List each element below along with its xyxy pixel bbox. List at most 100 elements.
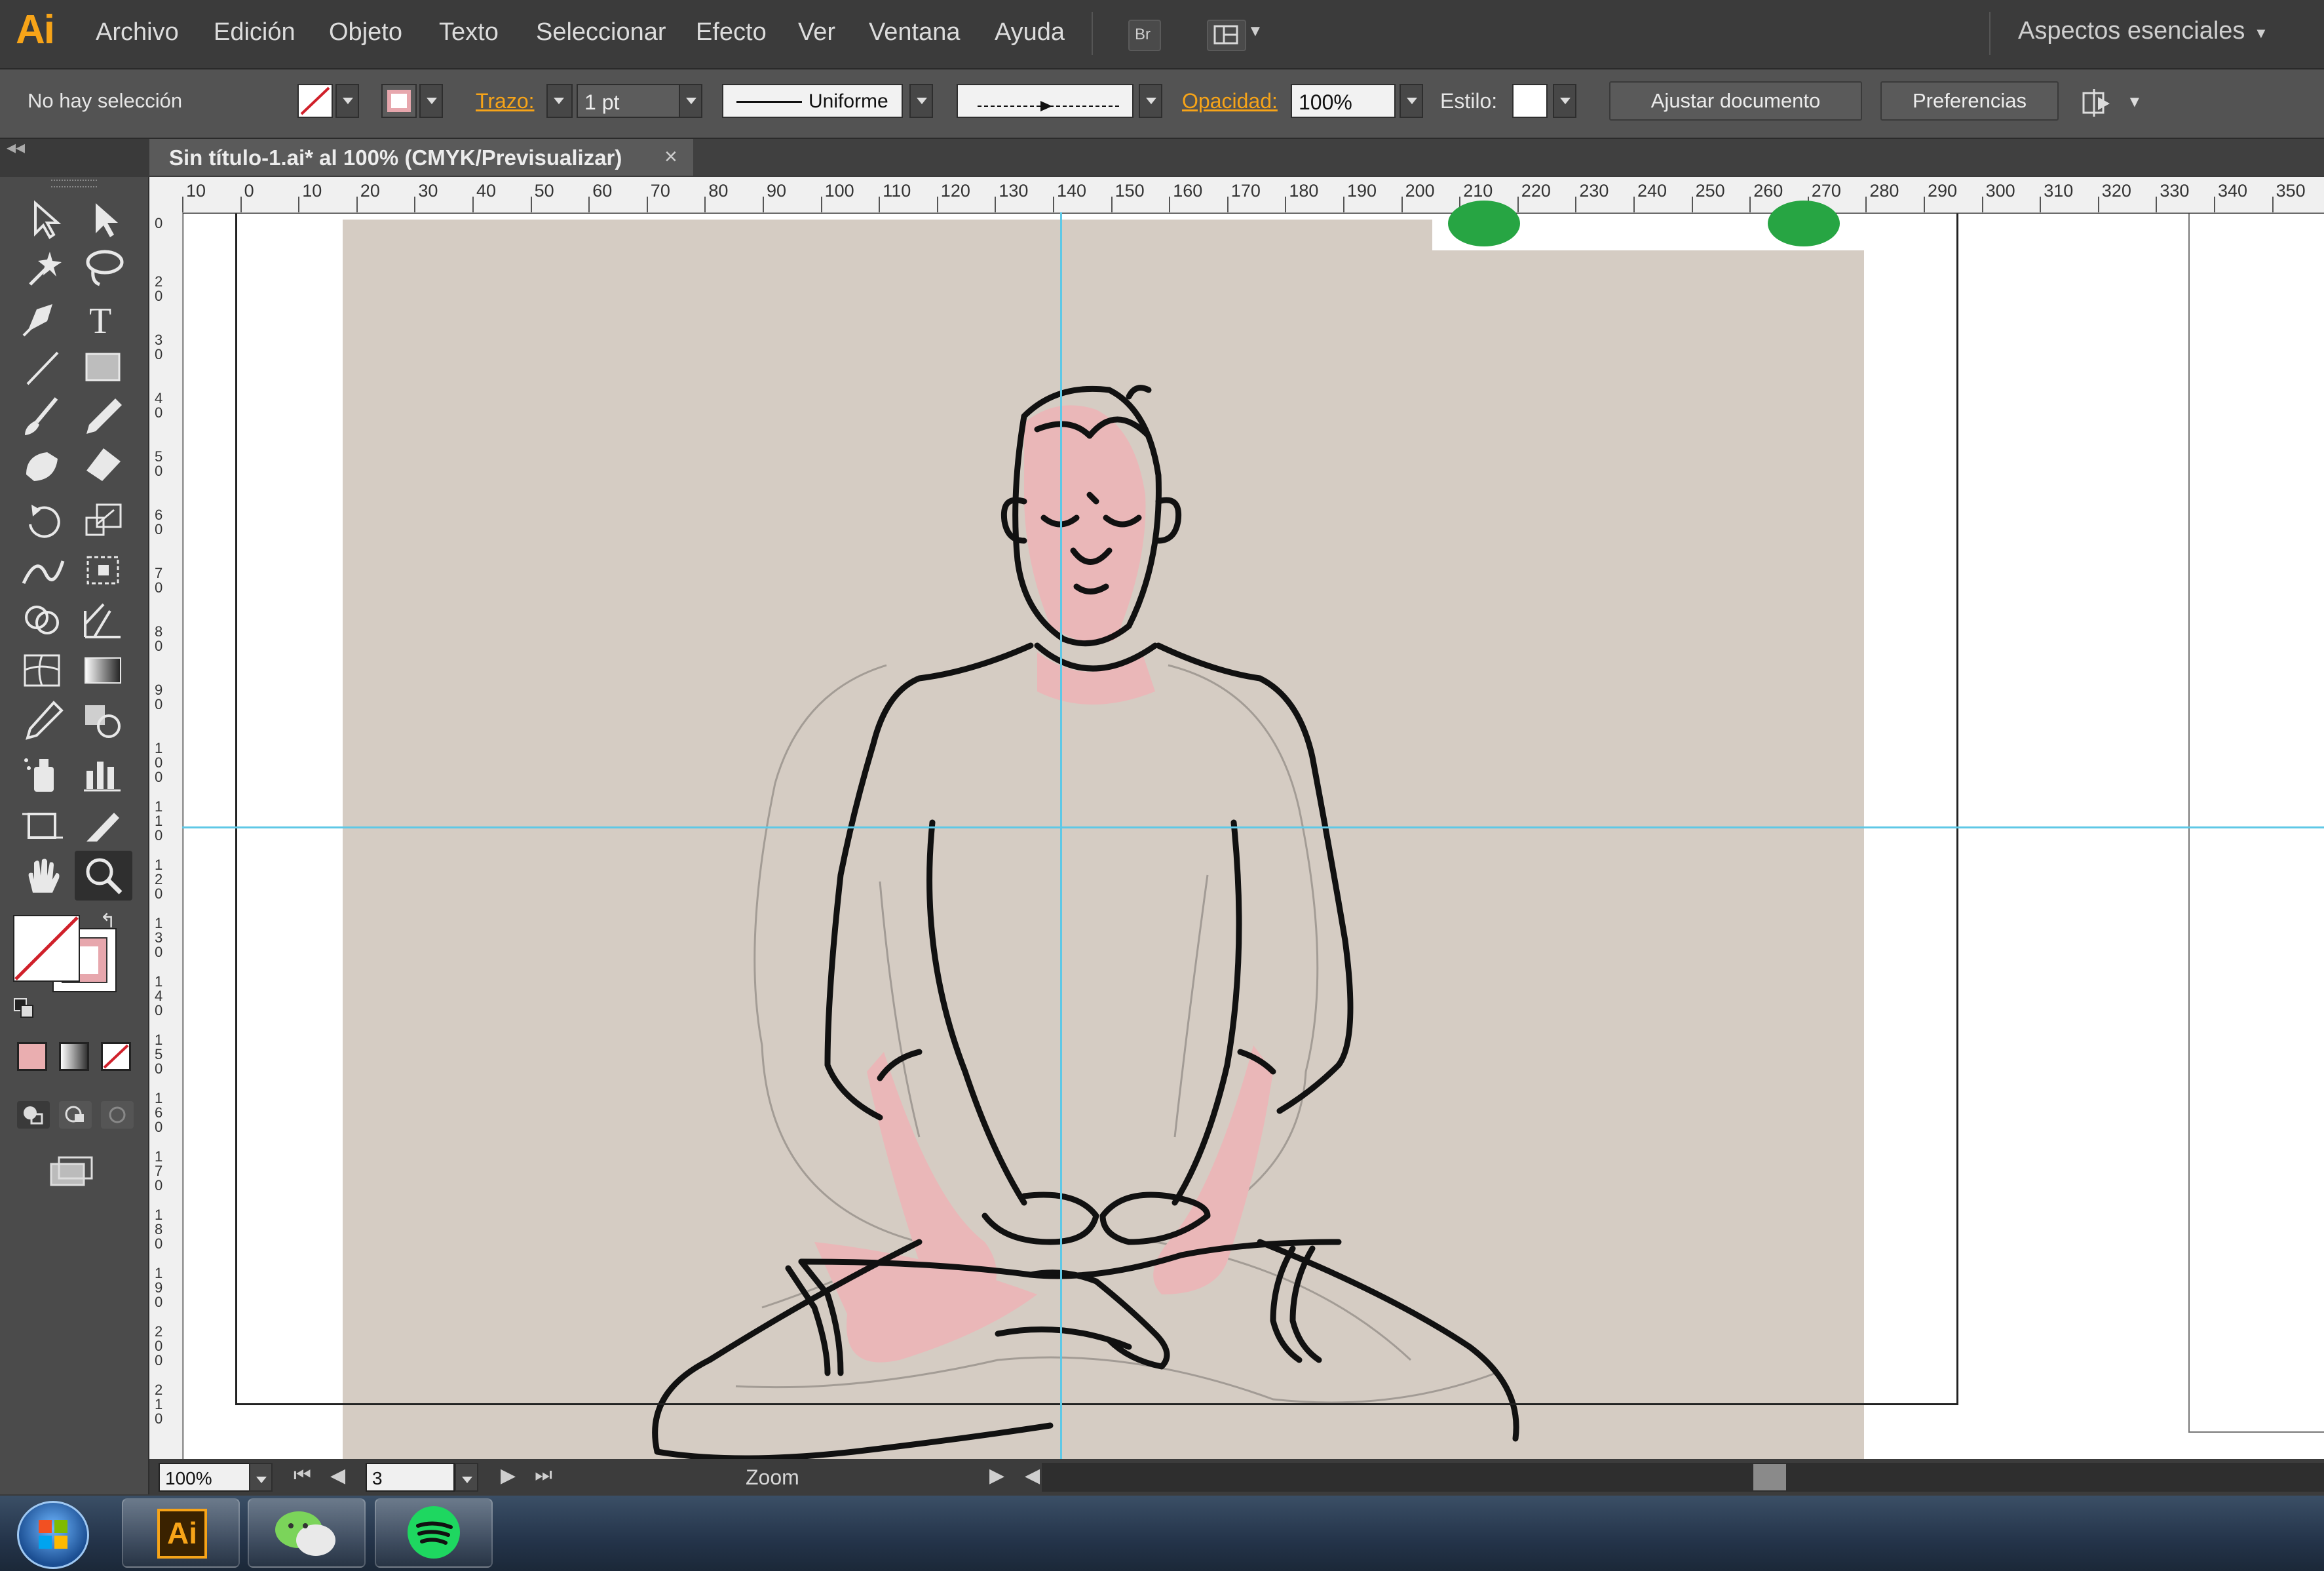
eraser-tool-icon[interactable] (77, 442, 130, 488)
align-to-selection-icon[interactable] (2078, 88, 2115, 119)
stroke-profile-field[interactable]: Uniforme (722, 84, 903, 118)
menu-ver[interactable]: Ver (798, 18, 835, 47)
menu-seleccionar[interactable]: Seleccionar (536, 18, 666, 47)
scale-tool-icon[interactable] (77, 498, 130, 544)
horizontal-scrollbar-thumb[interactable] (1753, 1464, 1786, 1490)
taskbar-illustrator[interactable]: Ai (122, 1498, 240, 1568)
pen-tool-icon[interactable] (17, 295, 69, 341)
stroke-label[interactable]: Trazo: (476, 89, 535, 113)
document-tab[interactable]: Sin título-1.ai* al 100% (CMYK/Previsual… (149, 139, 693, 176)
shape-builder-tool-icon[interactable] (17, 598, 69, 644)
taskbar-wechat[interactable] (248, 1498, 366, 1568)
color-mode-button[interactable] (17, 1042, 47, 1071)
opacity-field[interactable]: 100% (1291, 84, 1396, 118)
status-menu-arrow-icon[interactable]: ▶ (989, 1464, 1004, 1487)
gradient-mode-button[interactable] (59, 1042, 89, 1071)
zoom-tool-active[interactable] (75, 851, 132, 901)
arrange-chevron-down-icon[interactable]: ▼ (1248, 22, 1263, 41)
control-panel-menu-chevron-icon[interactable]: ▼ (2127, 93, 2143, 111)
opacity-dropdown[interactable] (1400, 84, 1423, 118)
slice-tool-icon[interactable] (77, 804, 130, 849)
column-graph-tool-icon[interactable] (77, 751, 130, 797)
width-tool-icon[interactable] (17, 548, 69, 594)
horizontal-guide[interactable] (182, 826, 2324, 828)
fill-color-box[interactable] (13, 915, 80, 982)
bridge-button[interactable]: Br (1128, 20, 1161, 51)
swap-fill-stroke-icon[interactable]: ↰ (100, 910, 116, 933)
none-mode-button[interactable] (101, 1042, 131, 1071)
artboard-dropdown[interactable] (455, 1463, 478, 1492)
direct-selection-tool-icon[interactable] (77, 197, 130, 242)
taskbar-spotify[interactable] (375, 1498, 493, 1568)
fill-swatch[interactable] (297, 84, 333, 118)
first-artboard-icon[interactable]: ⏮ (294, 1464, 311, 1486)
fill-dropdown[interactable] (335, 84, 359, 118)
preferences-button[interactable]: Preferencias (1880, 81, 2059, 121)
previous-artboard-icon[interactable]: ◀ (330, 1464, 345, 1487)
vertical-ruler[interactable]: 0 20 30 40 50 60 70 80 90 100 110 120 130 140 150 160 17… (149, 212, 183, 1459)
style-dropdown[interactable] (1553, 84, 1576, 118)
vertical-guide[interactable] (1060, 212, 1062, 1459)
close-tab-icon[interactable]: × (664, 144, 677, 170)
ruler-tick (1343, 197, 1344, 212)
brush-definition-field[interactable] (957, 84, 1133, 118)
workspace-switcher[interactable]: Aspectos esenciales (2018, 17, 2245, 45)
collapse-panel-icon[interactable]: ◂◂ (7, 136, 25, 158)
brush-dropdown[interactable] (1139, 84, 1162, 118)
blob-brush-tool-icon[interactable] (17, 442, 69, 488)
artboard-tool-icon[interactable] (17, 804, 69, 849)
artboard-number-field[interactable]: 3 (366, 1463, 455, 1492)
symbol-sprayer-tool-icon[interactable] (17, 751, 69, 797)
stroke-swatch[interactable] (381, 84, 417, 118)
zoom-dropdown[interactable] (249, 1463, 273, 1492)
menu-texto[interactable]: Texto (439, 18, 499, 47)
arrange-documents-button[interactable] (1207, 20, 1246, 51)
adjust-document-button[interactable]: Ajustar documento (1609, 81, 1862, 121)
last-artboard-icon[interactable]: ⏭ (535, 1464, 552, 1486)
blend-tool-icon[interactable] (77, 697, 130, 743)
default-fill-stroke-icon[interactable] (13, 998, 35, 1020)
mesh-tool-icon[interactable] (17, 648, 69, 693)
adjacent-artboard[interactable] (2188, 214, 2324, 1433)
menu-archivo[interactable]: Archivo (96, 18, 179, 47)
rotate-tool-icon[interactable] (17, 498, 69, 544)
rectangle-tool-icon[interactable] (77, 345, 130, 391)
stroke-weight-stepper[interactable] (546, 84, 573, 118)
panel-grip[interactable] (51, 180, 97, 187)
draw-inside-button[interactable] (101, 1101, 134, 1129)
pencil-tool-icon[interactable] (77, 393, 130, 439)
menu-ayuda[interactable]: Ayuda (995, 18, 1065, 47)
gradient-tool-icon[interactable] (77, 648, 130, 693)
eyedropper-tool-icon[interactable] (17, 697, 69, 743)
stroke-weight-field[interactable]: 1 pt (577, 84, 681, 118)
menu-ventana[interactable]: Ventana (869, 18, 960, 47)
line-segment-tool-icon[interactable] (17, 345, 69, 391)
magic-wand-tool-icon[interactable] (17, 245, 69, 291)
free-transform-tool-icon[interactable] (77, 548, 130, 594)
opacity-label[interactable]: Opacidad: (1182, 89, 1278, 113)
horizontal-scrollbar[interactable] (1042, 1463, 2324, 1492)
ruler-tick-label: 130 (999, 181, 1029, 201)
stroke-dropdown[interactable] (419, 84, 443, 118)
zoom-level-field[interactable]: 100% (159, 1463, 250, 1492)
menu-efecto[interactable]: Efecto (696, 18, 767, 47)
type-tool-icon[interactable]: T (77, 295, 130, 341)
screen-mode-icon[interactable] (47, 1154, 94, 1189)
scroll-left-icon[interactable]: ◀ (1025, 1464, 1040, 1487)
menu-edicion[interactable]: Edición (214, 18, 295, 47)
perspective-grid-tool-icon[interactable] (77, 598, 130, 644)
windows-start-button[interactable] (17, 1501, 89, 1569)
next-artboard-icon[interactable]: ▶ (501, 1464, 516, 1487)
horizontal-ruler[interactable]: 10 0 10 20 30 40 50 60 70 80 90 100 110 120 130 140 150 1… (149, 177, 2324, 213)
workspace-chevron-down-icon[interactable]: ▼ (2254, 25, 2268, 42)
paintbrush-tool-icon[interactable] (17, 393, 69, 439)
style-swatch[interactable] (1512, 84, 1548, 118)
draw-behind-button[interactable] (59, 1101, 92, 1129)
menu-objeto[interactable]: Objeto (329, 18, 402, 47)
hand-tool-icon[interactable] (17, 853, 69, 899)
stroke-profile-dropdown[interactable] (909, 84, 933, 118)
draw-normal-button[interactable] (17, 1101, 50, 1129)
stroke-weight-dropdown[interactable] (679, 84, 702, 118)
selection-tool-icon[interactable] (17, 197, 69, 242)
lasso-tool-icon[interactable] (77, 245, 130, 291)
